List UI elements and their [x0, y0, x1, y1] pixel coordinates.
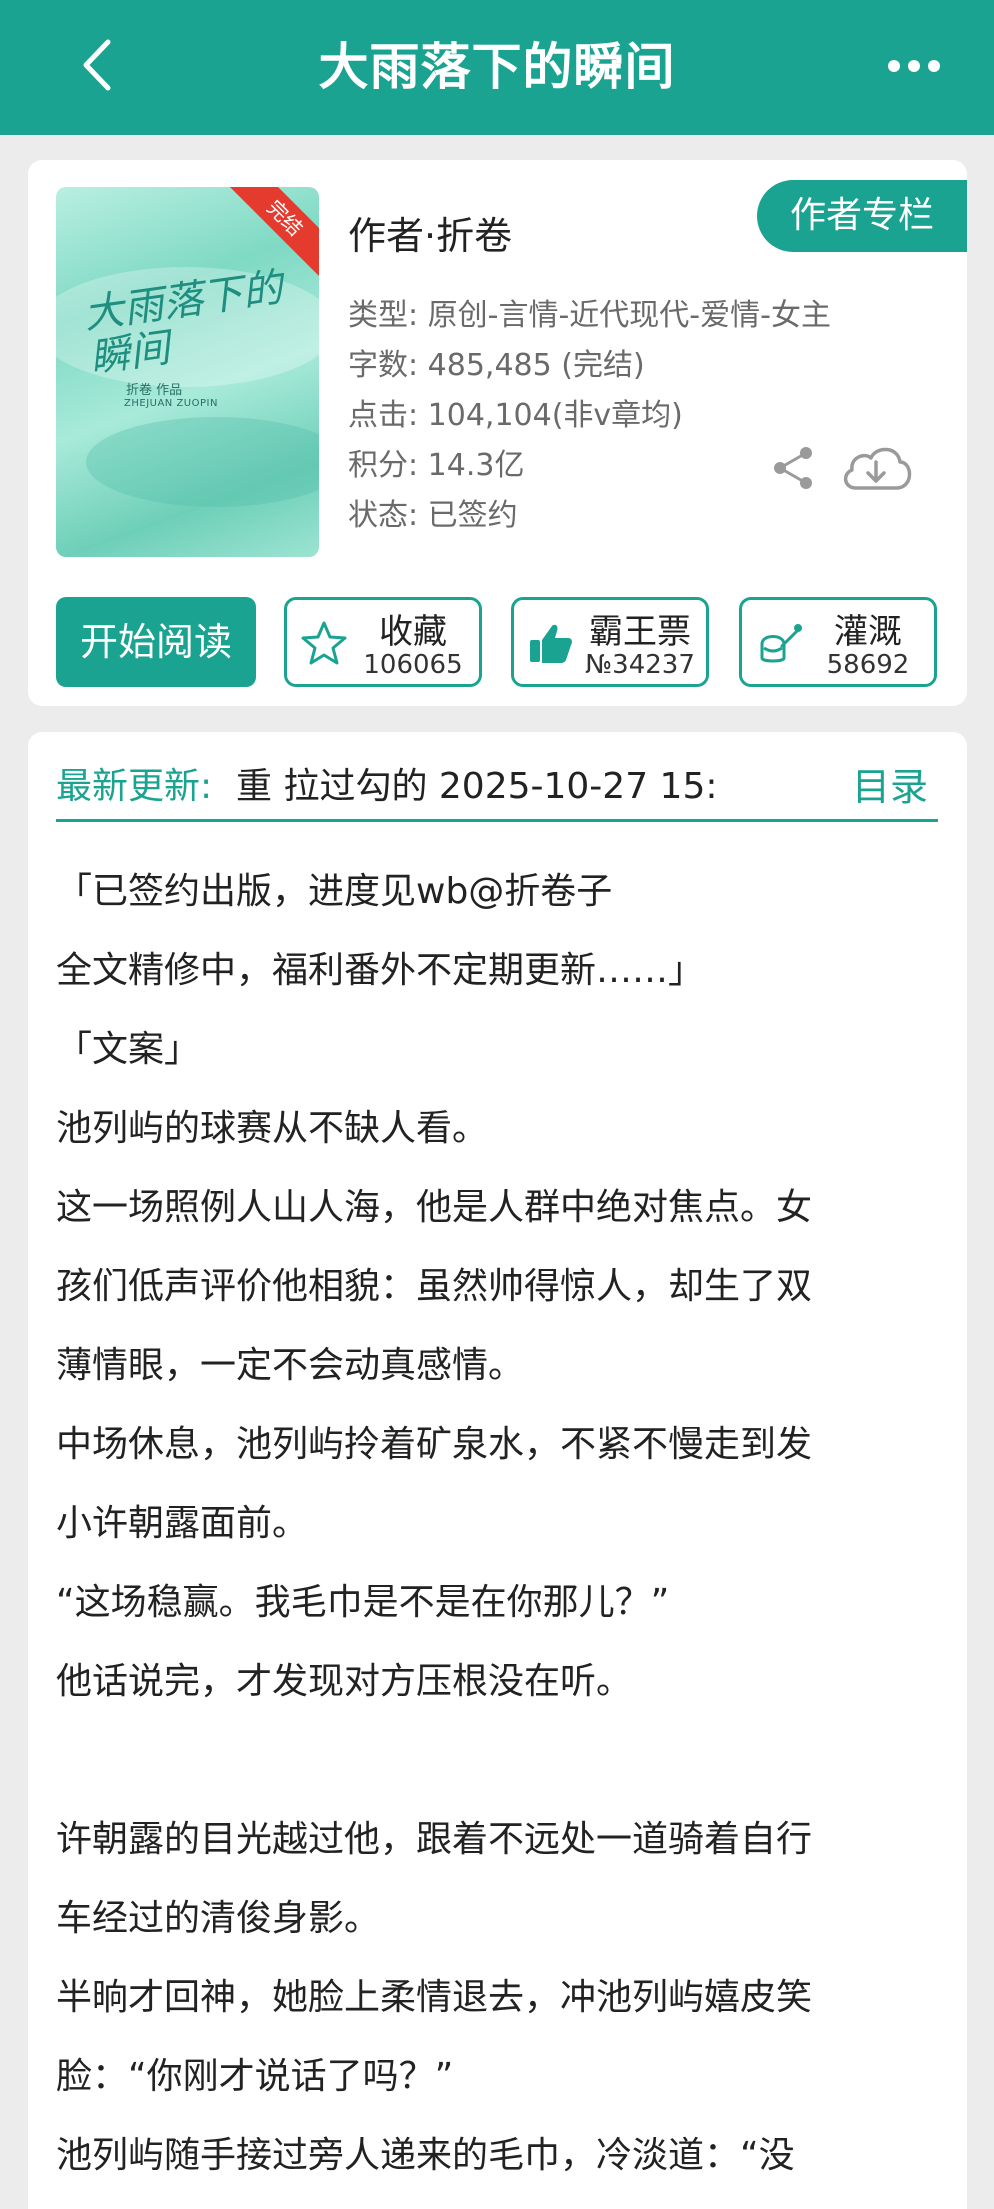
catalog-link[interactable]: 目录 [852, 752, 928, 822]
page-title: 大雨落下的瞬间 [318, 38, 676, 96]
synopsis-line: 「文案」 [56, 1029, 201, 1070]
synopsis-line: 许朝露的目光越过他，跟着不远处一道骑着自行 [56, 1819, 813, 1860]
latest-update-text[interactable]: 重 拉过勾的 2025-10-27 15: [236, 752, 796, 822]
info-word-count: 字数: 485,485 (完结) [348, 348, 645, 383]
synopsis-line: 中场休息，池列屿拎着矿泉水，不紧不慢走到发 [56, 1424, 813, 1465]
water-count: 58692 [826, 650, 910, 680]
synopsis-line: 这一场照例人山人海，他是人群中绝对焦点。女 [56, 1187, 813, 1228]
author-column-button[interactable]: 作者专栏 [757, 180, 967, 252]
latest-update-label: 最新更新: [56, 766, 213, 807]
water-label: 灌溉 [834, 612, 902, 652]
bawangpiao-button[interactable]: 霸王票 №34237 [511, 597, 709, 687]
synopsis-line: 薄情眼，一定不会动真感情。 [56, 1345, 525, 1386]
star-icon [301, 621, 347, 665]
watering-can-icon [760, 624, 802, 663]
thumb-up-icon [530, 624, 572, 663]
synopsis-line: 小许朝露面前。 [56, 1503, 309, 1544]
synopsis-line: 池列屿随手接过旁人递来的毛巾，冷淡道：“没 [56, 2135, 795, 2176]
info-status: 状态: 已签约 [348, 498, 518, 533]
synopsis-line: 孩们低声评价他相貌：虽然帅得惊人，却生了双 [56, 1266, 813, 1307]
favorite-label: 收藏 [379, 612, 447, 652]
cover-pinyin: ZHEJUAN ZUOPIN [124, 398, 218, 409]
more-icon[interactable] [874, 40, 954, 92]
synopsis-line: 车经过的清俊身影。 [56, 1898, 381, 1939]
share-icon[interactable] [770, 445, 816, 491]
synopsis-line: 池列屿的球赛从不缺人看。 [56, 1108, 489, 1149]
info-score: 积分: 14.3亿 [348, 448, 525, 483]
book-info-card: 大雨落下的瞬间 折卷 作品 ZHEJUAN ZUOPIN 完结 作者·折卷 作者… [28, 160, 967, 706]
synopsis-line: 半晌才回神，她脸上柔情退去，冲池列屿嬉皮笑 [56, 1977, 813, 2018]
book-cover[interactable]: 大雨落下的瞬间 折卷 作品 ZHEJUAN ZUOPIN 完结 [56, 187, 319, 557]
cover-author: 折卷 作品 [126, 383, 183, 398]
synopsis-line: 「已签约出版，进度见wb@折卷子 [56, 871, 613, 912]
download-icon[interactable] [838, 440, 914, 496]
synopsis: 「已签约出版，进度见wb@折卷子 全文精修中，福利番外不定期更新……」 「文案」… [56, 852, 956, 2195]
bawangpiao-count: №34237 [585, 650, 695, 680]
favorite-button[interactable]: 收藏 106065 [284, 597, 482, 687]
info-genre: 类型: 原创-言情-近代现代-爱情-女主 [348, 298, 831, 333]
water-button[interactable]: 灌溉 58692 [739, 597, 937, 687]
description-card: 最新更新: 重 拉过勾的 2025-10-27 15: 目录 「已签约出版，进度… [28, 732, 967, 2209]
cover-decoration [86, 417, 319, 507]
synopsis-line: 全文精修中，福利番外不定期更新……」 [56, 950, 705, 991]
author-name[interactable]: 作者·折卷 [348, 205, 512, 260]
bawangpiao-label: 霸王票 [589, 612, 691, 652]
start-reading-button[interactable]: 开始阅读 [56, 597, 256, 687]
info-clicks: 点击: 104,104(非v章均) [348, 398, 683, 433]
synopsis-line: 脸：“你刚才说话了吗？” [56, 2056, 454, 2097]
synopsis-line: 他话说完，才发现对方压根没在听。 [56, 1661, 633, 1702]
synopsis-line: “这场稳赢。我毛巾是不是在你那儿？” [56, 1582, 670, 1623]
favorite-count: 106065 [363, 650, 463, 680]
synopsis-blank-line [56, 1721, 956, 1800]
top-bar: 大雨落下的瞬间 [0, 0, 994, 135]
latest-update-row[interactable]: 最新更新: 重 拉过勾的 2025-10-27 15: 目录 [56, 752, 938, 822]
